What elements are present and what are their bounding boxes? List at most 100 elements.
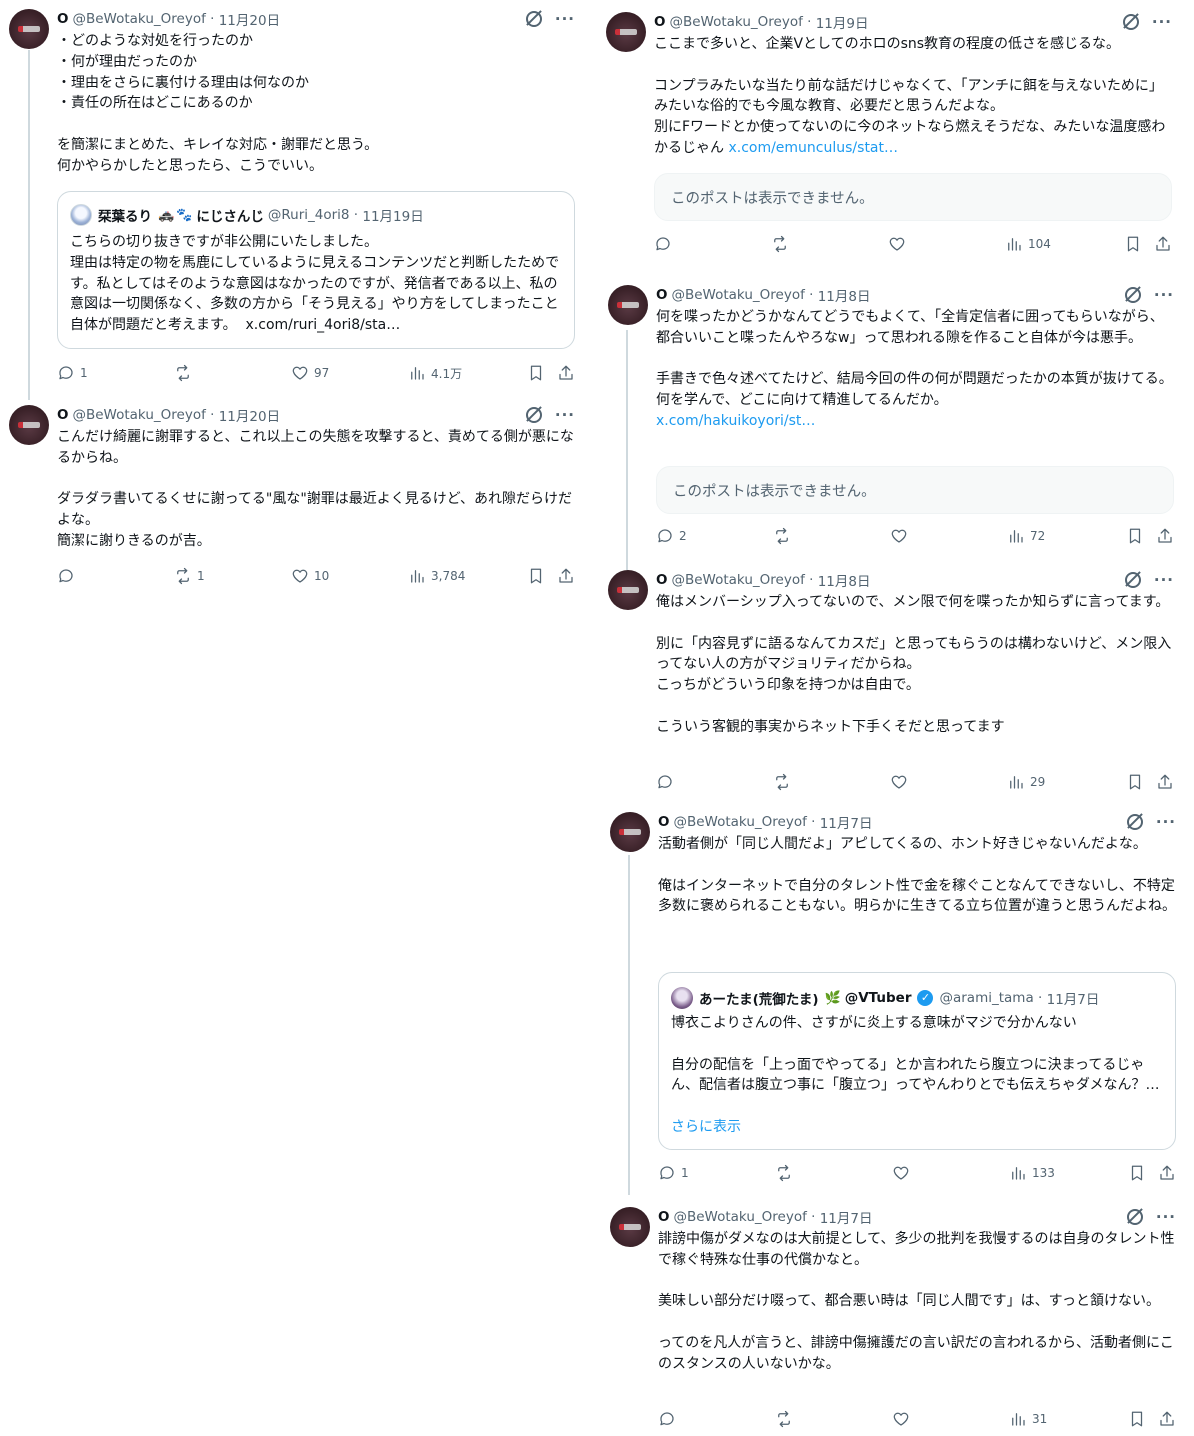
bookmark-button[interactable] [527, 363, 545, 383]
tweet-link[interactable]: x.com/emunculus/stat… [728, 140, 898, 156]
share-button[interactable] [1154, 234, 1172, 254]
views-button[interactable]: 31 [1009, 1409, 1047, 1429]
author-name[interactable]: O [658, 814, 669, 830]
more-icon[interactable]: ··· [1154, 570, 1174, 590]
more-icon[interactable]: ··· [1152, 12, 1172, 32]
reply-button[interactable] [656, 772, 679, 792]
avatar[interactable] [608, 570, 648, 610]
author-handle[interactable]: @BeWotaku_Oreyof [671, 287, 804, 303]
like-button[interactable] [888, 234, 911, 254]
views-button[interactable]: 72 [1007, 526, 1045, 546]
views-button[interactable]: 133 [1009, 1163, 1055, 1183]
tweet-date[interactable]: 11月20日 [219, 405, 280, 425]
more-icon[interactable]: ··· [555, 9, 575, 29]
retweet-button[interactable] [775, 1163, 798, 1183]
retweet-button[interactable] [174, 363, 197, 383]
views-button[interactable]: 29 [1007, 772, 1045, 792]
bookmark-icon [1131, 1165, 1143, 1181]
author-handle[interactable]: @BeWotaku_Oreyof [673, 814, 806, 830]
share-button[interactable] [557, 566, 575, 586]
more-icon[interactable]: ··· [555, 405, 575, 425]
retweet-button[interactable] [771, 234, 794, 254]
tweet-actions: 1 133 [658, 1163, 1176, 1183]
author-handle[interactable]: @BeWotaku_Oreyof [72, 11, 205, 27]
author-handle[interactable]: @BeWotaku_Oreyof [671, 572, 804, 588]
share-button[interactable] [1158, 1163, 1176, 1183]
avatar[interactable] [610, 1207, 650, 1247]
like-button[interactable]: 97 [291, 363, 329, 383]
avatar[interactable] [608, 285, 648, 325]
more-icon[interactable]: ··· [1156, 812, 1176, 832]
tweet-date[interactable]: 11月8日 [818, 570, 871, 590]
author-name[interactable]: O [654, 14, 665, 30]
avatar[interactable] [9, 405, 49, 445]
avatar[interactable] [9, 9, 49, 49]
grok-icon[interactable] [1126, 1209, 1143, 1225]
bookmark-button[interactable] [1124, 234, 1142, 254]
share-button[interactable] [1156, 526, 1174, 546]
avatar[interactable] [606, 12, 646, 52]
share-button[interactable] [1158, 1409, 1176, 1429]
like-button[interactable] [890, 526, 913, 546]
grok-icon[interactable] [525, 407, 542, 423]
tweet[interactable]: O @BeWotaku_Oreyof · 11月8日 ··· 何を喋ったかどうか… [608, 285, 1174, 550]
avatar[interactable] [610, 812, 650, 852]
retweet-button[interactable]: 1 [174, 566, 205, 586]
tweet-date[interactable]: 11月7日 [820, 812, 873, 832]
reply-button[interactable] [57, 566, 80, 586]
more-icon[interactable]: ··· [1154, 285, 1174, 305]
author-name[interactable]: O [658, 1209, 669, 1225]
quoted-tweet[interactable]: 栞葉るり 🚓 🐾 にじさんじ @Ruri_4ori8 · 11月19日 こちらの… [57, 191, 575, 349]
bookmark-button[interactable] [1126, 772, 1144, 792]
reply-button[interactable]: 1 [658, 1163, 689, 1183]
tweet-link[interactable]: x.com/hakuikoyori/st… [656, 413, 815, 429]
tweet[interactable]: O @BeWotaku_Oreyof · 11月8日 ··· 俺はメンバーシップ… [608, 570, 1174, 795]
author-handle[interactable]: @BeWotaku_Oreyof [669, 14, 802, 30]
views-icon [411, 570, 424, 583]
bookmark-button[interactable] [1128, 1409, 1146, 1429]
grok-icon[interactable] [1122, 14, 1139, 30]
views-button[interactable]: 4.1万 [408, 363, 462, 383]
grok-icon[interactable] [1124, 287, 1141, 303]
bookmark-button[interactable] [527, 566, 545, 586]
tweet[interactable]: O @BeWotaku_Oreyof · 11月7日 ··· 活動者側が「同じ人… [610, 812, 1176, 1192]
grok-icon[interactable] [1126, 814, 1143, 830]
tweet-date[interactable]: 11月8日 [818, 285, 871, 305]
like-button[interactable] [892, 1163, 915, 1183]
tweet[interactable]: O @BeWotaku_Oreyof · 11月20日 ··· ・どのような対処… [9, 9, 575, 389]
tweet-date[interactable]: 11月20日 [219, 9, 280, 29]
author-name[interactable]: O [656, 287, 667, 303]
share-button[interactable] [1156, 772, 1174, 792]
author-handle[interactable]: @BeWotaku_Oreyof [673, 1209, 806, 1225]
tweet[interactable]: O @BeWotaku_Oreyof · 11月20日 ··· こんだけ綺麗に謝… [9, 405, 575, 585]
grok-icon[interactable] [525, 11, 542, 27]
bookmark-button[interactable] [1126, 526, 1144, 546]
views-button[interactable]: 3,784 [408, 566, 465, 586]
retweet-button[interactable] [773, 772, 796, 792]
reply-button[interactable] [658, 1409, 681, 1429]
views-button[interactable]: 104 [1005, 234, 1051, 254]
retweet-button[interactable] [773, 526, 796, 546]
grok-icon[interactable] [1124, 572, 1141, 588]
tweet-date[interactable]: 11月7日 [820, 1207, 873, 1227]
quote-link[interactable]: x.com/ruri_4ori8/sta… [246, 317, 401, 333]
quoted-tweet[interactable]: あーたま(荒御たま) 🌿 @VTuber ✓ @arami_tama · 11月… [658, 972, 1176, 1150]
more-icon[interactable]: ··· [1156, 1207, 1176, 1227]
author-name[interactable]: O [57, 11, 68, 27]
reply-button[interactable]: 1 [57, 363, 88, 383]
tweet[interactable]: O @BeWotaku_Oreyof · 11月7日 ··· 誹謗中傷がダメなの… [610, 1207, 1176, 1432]
like-button[interactable]: 10 [291, 566, 329, 586]
tweet-date[interactable]: 11月9日 [816, 12, 869, 32]
reply-button[interactable] [654, 234, 677, 254]
reply-button[interactable]: 2 [656, 526, 687, 546]
retweet-button[interactable] [775, 1409, 798, 1429]
author-name[interactable]: O [656, 572, 667, 588]
bookmark-button[interactable] [1128, 1163, 1146, 1183]
like-button[interactable] [892, 1409, 915, 1429]
like-button[interactable] [890, 772, 913, 792]
show-more-link[interactable]: さらに表示 [671, 1117, 1163, 1138]
author-handle[interactable]: @BeWotaku_Oreyof [72, 407, 205, 423]
share-button[interactable] [557, 363, 575, 383]
author-name[interactable]: O [57, 407, 68, 423]
tweet[interactable]: O @BeWotaku_Oreyof · 11月9日 ··· ここまで多いと、企… [606, 12, 1172, 262]
